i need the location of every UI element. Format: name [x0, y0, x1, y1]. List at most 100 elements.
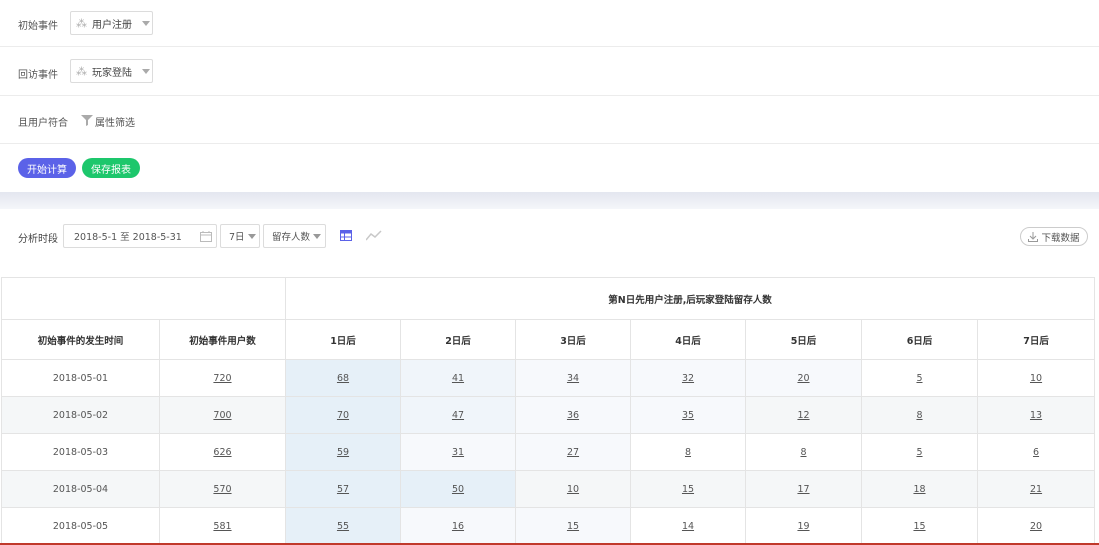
retention-link[interactable]: 14	[682, 521, 694, 532]
metric-select[interactable]: 留存人数	[263, 224, 326, 248]
col-header-day-4[interactable]: 4日后	[630, 319, 746, 360]
retention-link[interactable]: 6	[1033, 447, 1039, 458]
retention-cell[interactable]: 10	[515, 470, 631, 508]
retention-link[interactable]: 15	[682, 484, 694, 495]
retention-link[interactable]: 16	[452, 521, 464, 532]
retention-link[interactable]: 31	[452, 447, 464, 458]
retention-cell[interactable]: 35	[630, 396, 746, 434]
retention-cell[interactable]: 6	[976, 433, 1096, 471]
retention-link[interactable]: 13	[1030, 410, 1042, 421]
retention-link[interactable]: 36	[567, 410, 579, 421]
retention-cell[interactable]: 14	[630, 507, 746, 545]
col-header-day-2[interactable]: 2日后	[400, 319, 516, 360]
row-users-cell[interactable]: 626	[159, 433, 286, 471]
retention-cell[interactable]: 15	[861, 507, 978, 545]
retention-cell[interactable]: 57	[285, 470, 401, 508]
retention-cell[interactable]: 27	[515, 433, 631, 471]
retention-cell[interactable]: 21	[976, 470, 1096, 508]
retention-link[interactable]: 18	[913, 484, 925, 495]
retention-cell[interactable]: 68	[285, 359, 401, 397]
retention-cell[interactable]: 5	[861, 359, 978, 397]
start-calc-button[interactable]: 开始计算	[18, 158, 76, 178]
days-select[interactable]: 7日	[220, 224, 260, 248]
retention-link[interactable]: 34	[567, 373, 579, 384]
retention-cell[interactable]: 55	[285, 507, 401, 545]
retention-cell[interactable]: 10	[976, 359, 1096, 397]
retention-link[interactable]: 8	[916, 410, 922, 421]
retention-cell[interactable]: 20	[976, 507, 1096, 545]
col-header-day-5[interactable]: 5日后	[745, 319, 862, 360]
row-users-link[interactable]: 570	[213, 484, 231, 495]
retention-link[interactable]: 20	[797, 373, 809, 384]
retention-cell[interactable]: 5	[861, 433, 978, 471]
retention-link[interactable]: 17	[797, 484, 809, 495]
retention-link[interactable]: 10	[567, 484, 579, 495]
retention-link[interactable]: 12	[797, 410, 809, 421]
row-users-cell[interactable]: 570	[159, 470, 286, 508]
col-header-date[interactable]: 初始事件的发生时间	[1, 319, 160, 360]
retention-link[interactable]: 5	[916, 373, 922, 384]
retention-cell[interactable]: 50	[400, 470, 516, 508]
date-range-picker[interactable]: 2018-5-1 至 2018-5-31	[63, 224, 217, 248]
retention-link[interactable]: 19	[797, 521, 809, 532]
retention-cell[interactable]: 70	[285, 396, 401, 434]
download-data-button[interactable]: 下载数据	[1020, 227, 1088, 246]
retention-link[interactable]: 15	[567, 521, 579, 532]
retention-link[interactable]: 57	[337, 484, 349, 495]
retention-cell[interactable]: 34	[515, 359, 631, 397]
retention-cell[interactable]: 16	[400, 507, 516, 545]
retention-cell[interactable]: 31	[400, 433, 516, 471]
row-users-cell[interactable]: 700	[159, 396, 286, 434]
row-users-link[interactable]: 626	[213, 447, 231, 458]
retention-cell[interactable]: 15	[515, 507, 631, 545]
retention-link[interactable]: 8	[800, 447, 806, 458]
attribute-filter-link[interactable]: 属性筛选	[95, 114, 135, 129]
retention-link[interactable]: 21	[1030, 484, 1042, 495]
col-header-day-1[interactable]: 1日后	[285, 319, 401, 360]
save-report-button[interactable]: 保存报表	[82, 158, 140, 178]
start-event-select[interactable]: ⁂ 用户注册	[70, 11, 153, 35]
return-event-select[interactable]: ⁂ 玩家登陆	[70, 59, 153, 83]
retention-link[interactable]: 5	[916, 447, 922, 458]
row-users-link[interactable]: 700	[213, 410, 231, 421]
retention-cell[interactable]: 19	[745, 507, 862, 545]
retention-cell[interactable]: 59	[285, 433, 401, 471]
retention-link[interactable]: 55	[337, 521, 349, 532]
retention-link[interactable]: 15	[913, 521, 925, 532]
retention-cell[interactable]: 41	[400, 359, 516, 397]
retention-link[interactable]: 41	[452, 373, 464, 384]
retention-cell[interactable]: 20	[745, 359, 862, 397]
row-users-link[interactable]: 581	[213, 521, 231, 532]
retention-cell[interactable]: 8	[630, 433, 746, 471]
retention-link[interactable]: 50	[452, 484, 464, 495]
retention-link[interactable]: 70	[337, 410, 349, 421]
retention-link[interactable]: 47	[452, 410, 464, 421]
retention-link[interactable]: 68	[337, 373, 349, 384]
retention-cell[interactable]: 18	[861, 470, 978, 508]
funnel-icon[interactable]	[81, 115, 93, 126]
retention-link[interactable]: 32	[682, 373, 694, 384]
retention-link[interactable]: 8	[685, 447, 691, 458]
retention-cell[interactable]: 47	[400, 396, 516, 434]
col-header-users[interactable]: 初始事件用户数	[159, 319, 286, 360]
retention-link[interactable]: 59	[337, 447, 349, 458]
retention-link[interactable]: 20	[1030, 521, 1042, 532]
retention-cell[interactable]: 8	[861, 396, 978, 434]
trend-chart-icon[interactable]	[366, 230, 382, 241]
row-users-cell[interactable]: 720	[159, 359, 286, 397]
retention-cell[interactable]: 12	[745, 396, 862, 434]
retention-cell[interactable]: 13	[976, 396, 1096, 434]
table-view-icon[interactable]	[340, 230, 352, 241]
col-header-day-6[interactable]: 6日后	[861, 319, 978, 360]
retention-link[interactable]: 35	[682, 410, 694, 421]
retention-link[interactable]: 10	[1030, 373, 1042, 384]
retention-cell[interactable]: 8	[745, 433, 862, 471]
col-header-day-3[interactable]: 3日后	[515, 319, 631, 360]
retention-cell[interactable]: 17	[745, 470, 862, 508]
row-users-link[interactable]: 720	[213, 373, 231, 384]
retention-cell[interactable]: 15	[630, 470, 746, 508]
retention-cell[interactable]: 32	[630, 359, 746, 397]
col-header-day-7[interactable]: 7日后	[976, 319, 1096, 360]
retention-cell[interactable]: 36	[515, 396, 631, 434]
row-users-cell[interactable]: 581	[159, 507, 286, 545]
